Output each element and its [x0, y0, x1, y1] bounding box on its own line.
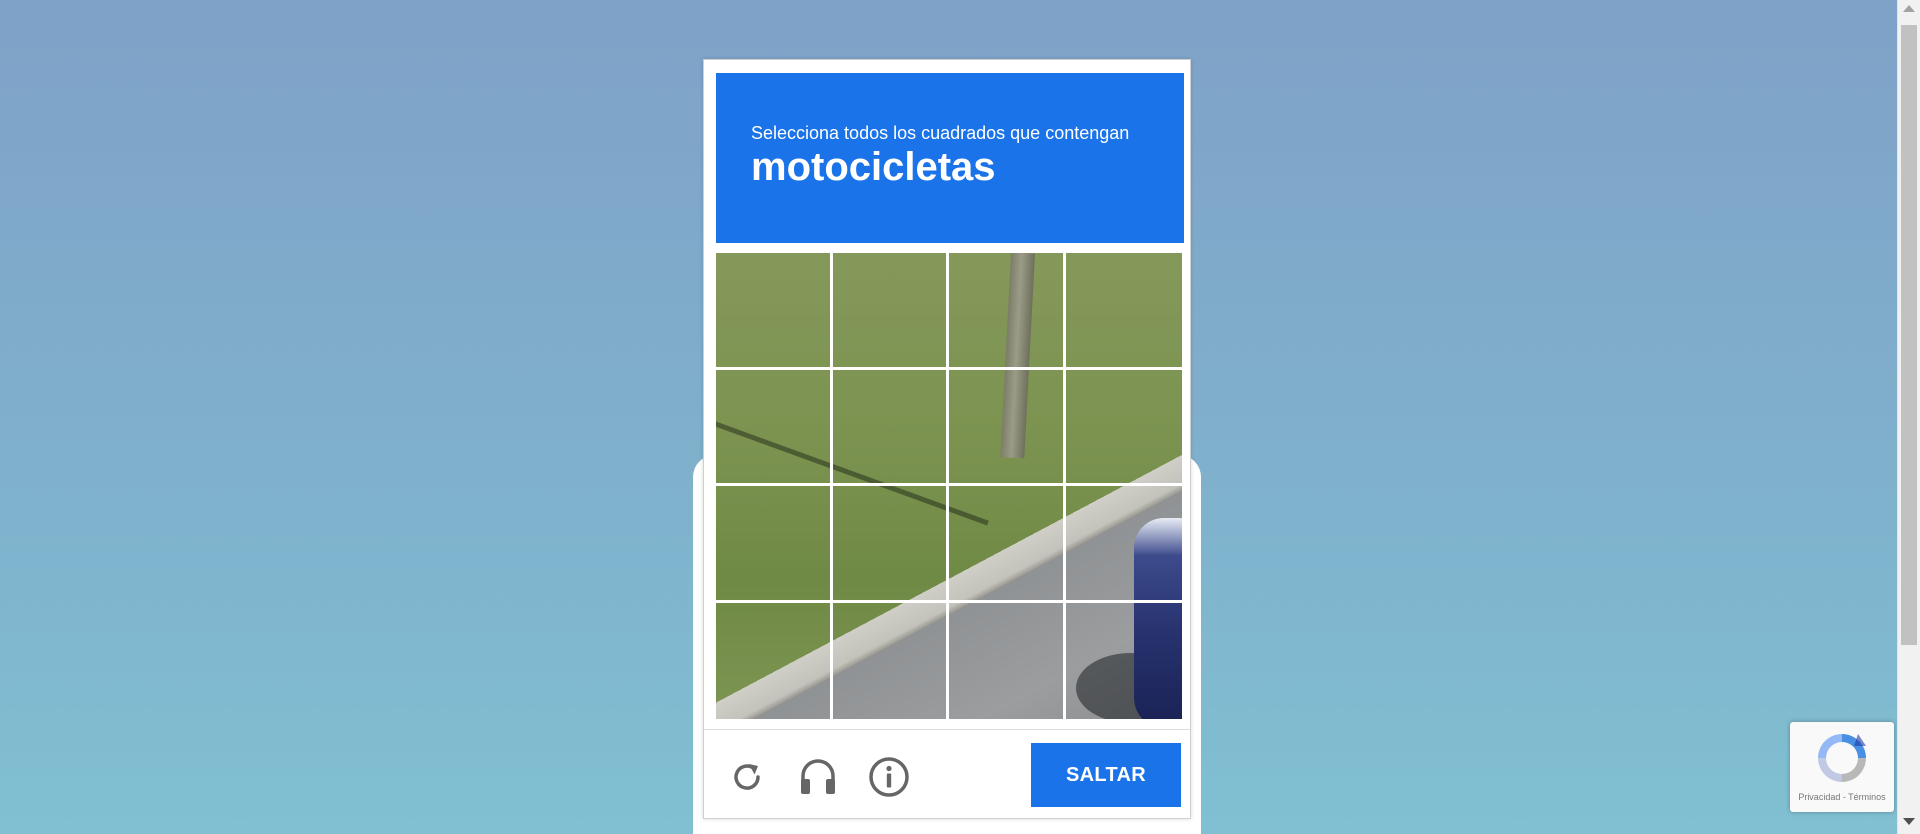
scroll-down-arrow-icon[interactable] — [1903, 818, 1915, 825]
captcha-image-grid — [716, 253, 1182, 719]
scroll-thumb[interactable] — [1901, 25, 1917, 645]
recaptcha-badge-links[interactable]: Privacidad - Términos — [1790, 792, 1894, 802]
captcha-tile-3-4[interactable] — [1065, 486, 1182, 603]
captcha-prompt-header: Selecciona todos los cuadrados que conte… — [716, 73, 1184, 243]
captcha-tiles — [716, 253, 1182, 719]
captcha-tile-1-3[interactable] — [949, 253, 1066, 370]
captcha-dialog: Selecciona todos los cuadrados que conte… — [703, 59, 1191, 819]
captcha-tile-2-4[interactable] — [1065, 370, 1182, 486]
captcha-tile-4-4[interactable] — [1066, 603, 1183, 720]
info-icon — [869, 757, 909, 797]
captcha-tile-1-4[interactable] — [1065, 253, 1182, 370]
captcha-tile-2-2[interactable] — [832, 369, 949, 486]
reload-icon — [734, 764, 760, 790]
recaptcha-logo-icon — [1818, 734, 1866, 782]
captcha-tile-4-3[interactable] — [949, 602, 1066, 719]
reload-button[interactable] — [724, 754, 770, 800]
skip-button[interactable]: SALTAR — [1031, 743, 1181, 807]
audio-challenge-button[interactable] — [795, 754, 841, 800]
page-scrollbar[interactable] — [1897, 0, 1920, 834]
captcha-footer-divider — [704, 729, 1190, 730]
captcha-tile-2-3[interactable] — [949, 369, 1066, 486]
captcha-tile-4-1[interactable] — [716, 602, 833, 719]
captcha-target-object: motocicletas — [751, 145, 996, 189]
help-button[interactable] — [866, 754, 912, 800]
captcha-tile-1-2[interactable] — [832, 253, 949, 370]
captcha-tile-1-1[interactable] — [716, 253, 833, 370]
headphones-icon — [801, 759, 835, 794]
captcha-tile-3-2[interactable] — [832, 486, 949, 603]
captcha-tile-3-3[interactable] — [949, 486, 1066, 603]
captcha-tile-3-1[interactable] — [716, 486, 833, 603]
captcha-tile-2-1[interactable] — [716, 369, 833, 486]
captcha-instruction-text: Selecciona todos los cuadrados que conte… — [751, 123, 1130, 143]
captcha-tile-4-2[interactable] — [833, 602, 949, 719]
scroll-up-arrow-icon[interactable] — [1903, 5, 1915, 12]
recaptcha-badge[interactable]: Privacidad - Términos — [1790, 722, 1894, 812]
